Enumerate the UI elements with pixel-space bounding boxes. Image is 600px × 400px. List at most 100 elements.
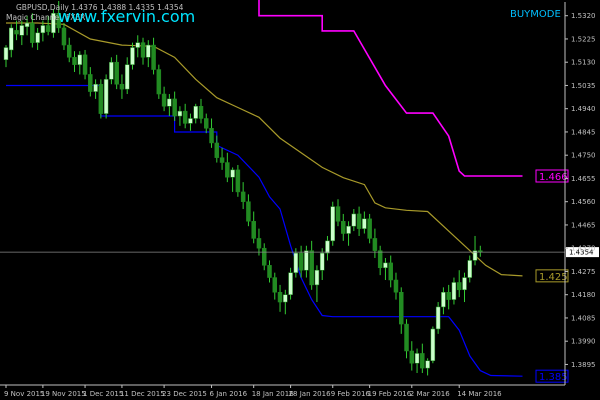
candle-body (246, 201, 251, 222)
candle-body (267, 265, 272, 278)
candle-body (251, 221, 256, 239)
candle-body (198, 106, 204, 119)
candle-body (114, 61, 119, 85)
candle-body (214, 142, 220, 158)
candle-body (172, 98, 177, 117)
candle-body (240, 191, 246, 202)
y-tick-label: 1.4750 (571, 152, 596, 160)
candle-body (341, 221, 346, 234)
candle-body (177, 110, 183, 117)
candle-body (293, 252, 299, 273)
candle-body (283, 294, 288, 303)
candle-body (230, 169, 235, 178)
candle-body (420, 353, 425, 369)
candle-body (235, 169, 241, 193)
candle-body (135, 42, 140, 48)
y-tick-label: 1.4085 (571, 314, 596, 322)
candle-body (103, 79, 109, 114)
x-tick-label: 23 Dec 2015 (162, 390, 207, 398)
x-tick-label: 11 Dec 2015 (120, 390, 165, 398)
candle-body (204, 118, 209, 129)
x-tick-label: 28 Jan 2016 (289, 390, 332, 398)
x-tick-label: 1 Dec 2015 (83, 390, 123, 398)
candle-body (40, 25, 46, 34)
candle-body (77, 54, 83, 65)
candle-body (93, 83, 98, 92)
x-tick-label: 19 Nov 2015 (41, 390, 86, 398)
x-tick-label: 2 Mar 2016 (410, 390, 450, 398)
candle-body (19, 25, 25, 36)
y-tick-label: 1.3895 (571, 361, 596, 369)
candle-body (462, 277, 467, 291)
candle-body (35, 32, 40, 43)
candle-body (88, 74, 93, 92)
candle-body (61, 27, 67, 46)
candle-body (151, 44, 156, 70)
candle-body (219, 157, 225, 163)
candle-body (388, 262, 393, 281)
y-tick-label: 1.4940 (571, 105, 596, 113)
candle-body (30, 22, 35, 43)
candle-body (435, 306, 441, 330)
upper-channel-line (258, 0, 523, 177)
candle-body (182, 110, 188, 124)
candle-body (362, 218, 367, 229)
candle-body (256, 238, 262, 249)
y-tick-label: 1.4370 (571, 245, 596, 253)
candle-body (188, 118, 193, 124)
x-tick-label: 19 Feb 2016 (368, 390, 412, 398)
candle-body (156, 69, 162, 95)
buymode-label: BUYMODE (510, 9, 561, 20)
y-tick-label: 1.4560 (571, 198, 596, 206)
y-tick-label: 1.5225 (571, 35, 596, 43)
chart-container: 1.4354 1.466 1.425 1.385 1.5320 1.5225 1.5130… (0, 0, 600, 400)
candle-body (351, 213, 357, 227)
y-tick-label: 1.4465 (571, 221, 596, 229)
candle-body (319, 252, 325, 271)
candle-body (288, 272, 293, 295)
candle-body (377, 250, 383, 269)
candle-body (304, 250, 309, 271)
candle-body (467, 260, 473, 278)
mid-channel-value: 1.425 (539, 272, 568, 283)
candle-body (446, 291, 451, 300)
candle-body (430, 328, 436, 362)
candle-body (425, 360, 430, 369)
candle-body (393, 279, 399, 293)
y-tick-label: 1.5320 (571, 12, 596, 20)
candle-body (109, 61, 114, 80)
candle-body (309, 250, 314, 286)
watermark-text: www.fxervin.com (58, 7, 195, 26)
y-tick-label: 1.4180 (571, 291, 596, 299)
candle-body (335, 206, 341, 222)
candle-body (66, 44, 72, 58)
y-tick-label: 1.5035 (571, 82, 596, 90)
candle-body (451, 282, 457, 300)
candle-body (399, 291, 404, 325)
candle-body (298, 252, 304, 271)
candle-body (404, 323, 409, 352)
candle-body (372, 238, 378, 251)
candle-body (193, 106, 198, 119)
candle-body (261, 247, 267, 266)
candle-body (272, 277, 278, 293)
x-tick-label: 6 Jan 2016 (210, 390, 248, 398)
candle-body (225, 162, 230, 178)
lower-channel-line (6, 84, 523, 377)
candle-body (383, 262, 388, 269)
candle-body (277, 291, 283, 303)
candle-body (98, 83, 104, 114)
candle-body (456, 282, 462, 291)
candle-body (209, 128, 214, 144)
y-tick-label: 1.4655 (571, 175, 596, 183)
y-tick-label: 1.5130 (571, 59, 596, 67)
y-tick-label: 1.3990 (571, 338, 596, 346)
candle-body (124, 64, 130, 90)
y-tick-label: 1.4845 (571, 128, 596, 136)
candle-body (9, 27, 14, 51)
candle-body (346, 225, 351, 234)
candle-body (414, 353, 420, 364)
candle-body (45, 25, 51, 32)
candle-body (140, 42, 146, 58)
candle-body (119, 83, 125, 90)
